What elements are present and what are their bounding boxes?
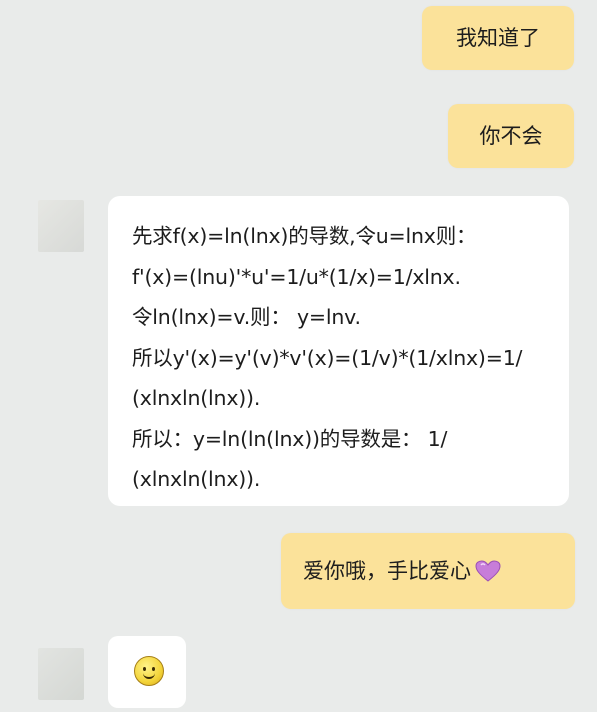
contact-avatar[interactable] [38, 648, 84, 700]
received-emoji-bubble[interactable] [108, 636, 186, 708]
solution-line: f'(x)=(lnu)'*u'=1/u*(1/x)=1/xlnx. [132, 264, 461, 289]
smiley-face-emoji-icon [134, 656, 164, 686]
sent-message-bubble[interactable]: 你不会 [448, 104, 574, 168]
solution-line: 所以y'(x)=y'(v)*v'(x)=(1/v)*(1/xlnx)=1/ [132, 345, 523, 370]
received-message-bubble[interactable]: 先求f(x)=ln(lnx)的导数,令u=lnx则： f'(x)=(lnu)'*… [108, 196, 569, 506]
solution-line: 所以：y=ln(ln(lnx))的导数是： 1/ [132, 426, 448, 451]
sent-message-bubble[interactable]: 爱你哦，手比爱心 [281, 533, 575, 609]
solution-line: 先求f(x)=ln(lnx)的导数,令u=lnx则： [132, 224, 477, 248]
contact-avatar[interactable] [38, 200, 84, 252]
solution-line: 令ln(lnx)=v.则： y=lnv. [132, 305, 361, 329]
purple-heart-emoji-icon [475, 560, 501, 582]
solution-line: (xlnxln(lnx)). [132, 467, 261, 491]
sent-message-text: 你不会 [479, 123, 543, 148]
sent-message-bubble[interactable]: 我知道了 [422, 6, 574, 70]
sent-message-text: 爱你哦，手比爱心 [303, 558, 471, 583]
sent-message-text: 我知道了 [456, 25, 540, 50]
solution-line: (xlnxln(lnx)). [132, 386, 261, 410]
